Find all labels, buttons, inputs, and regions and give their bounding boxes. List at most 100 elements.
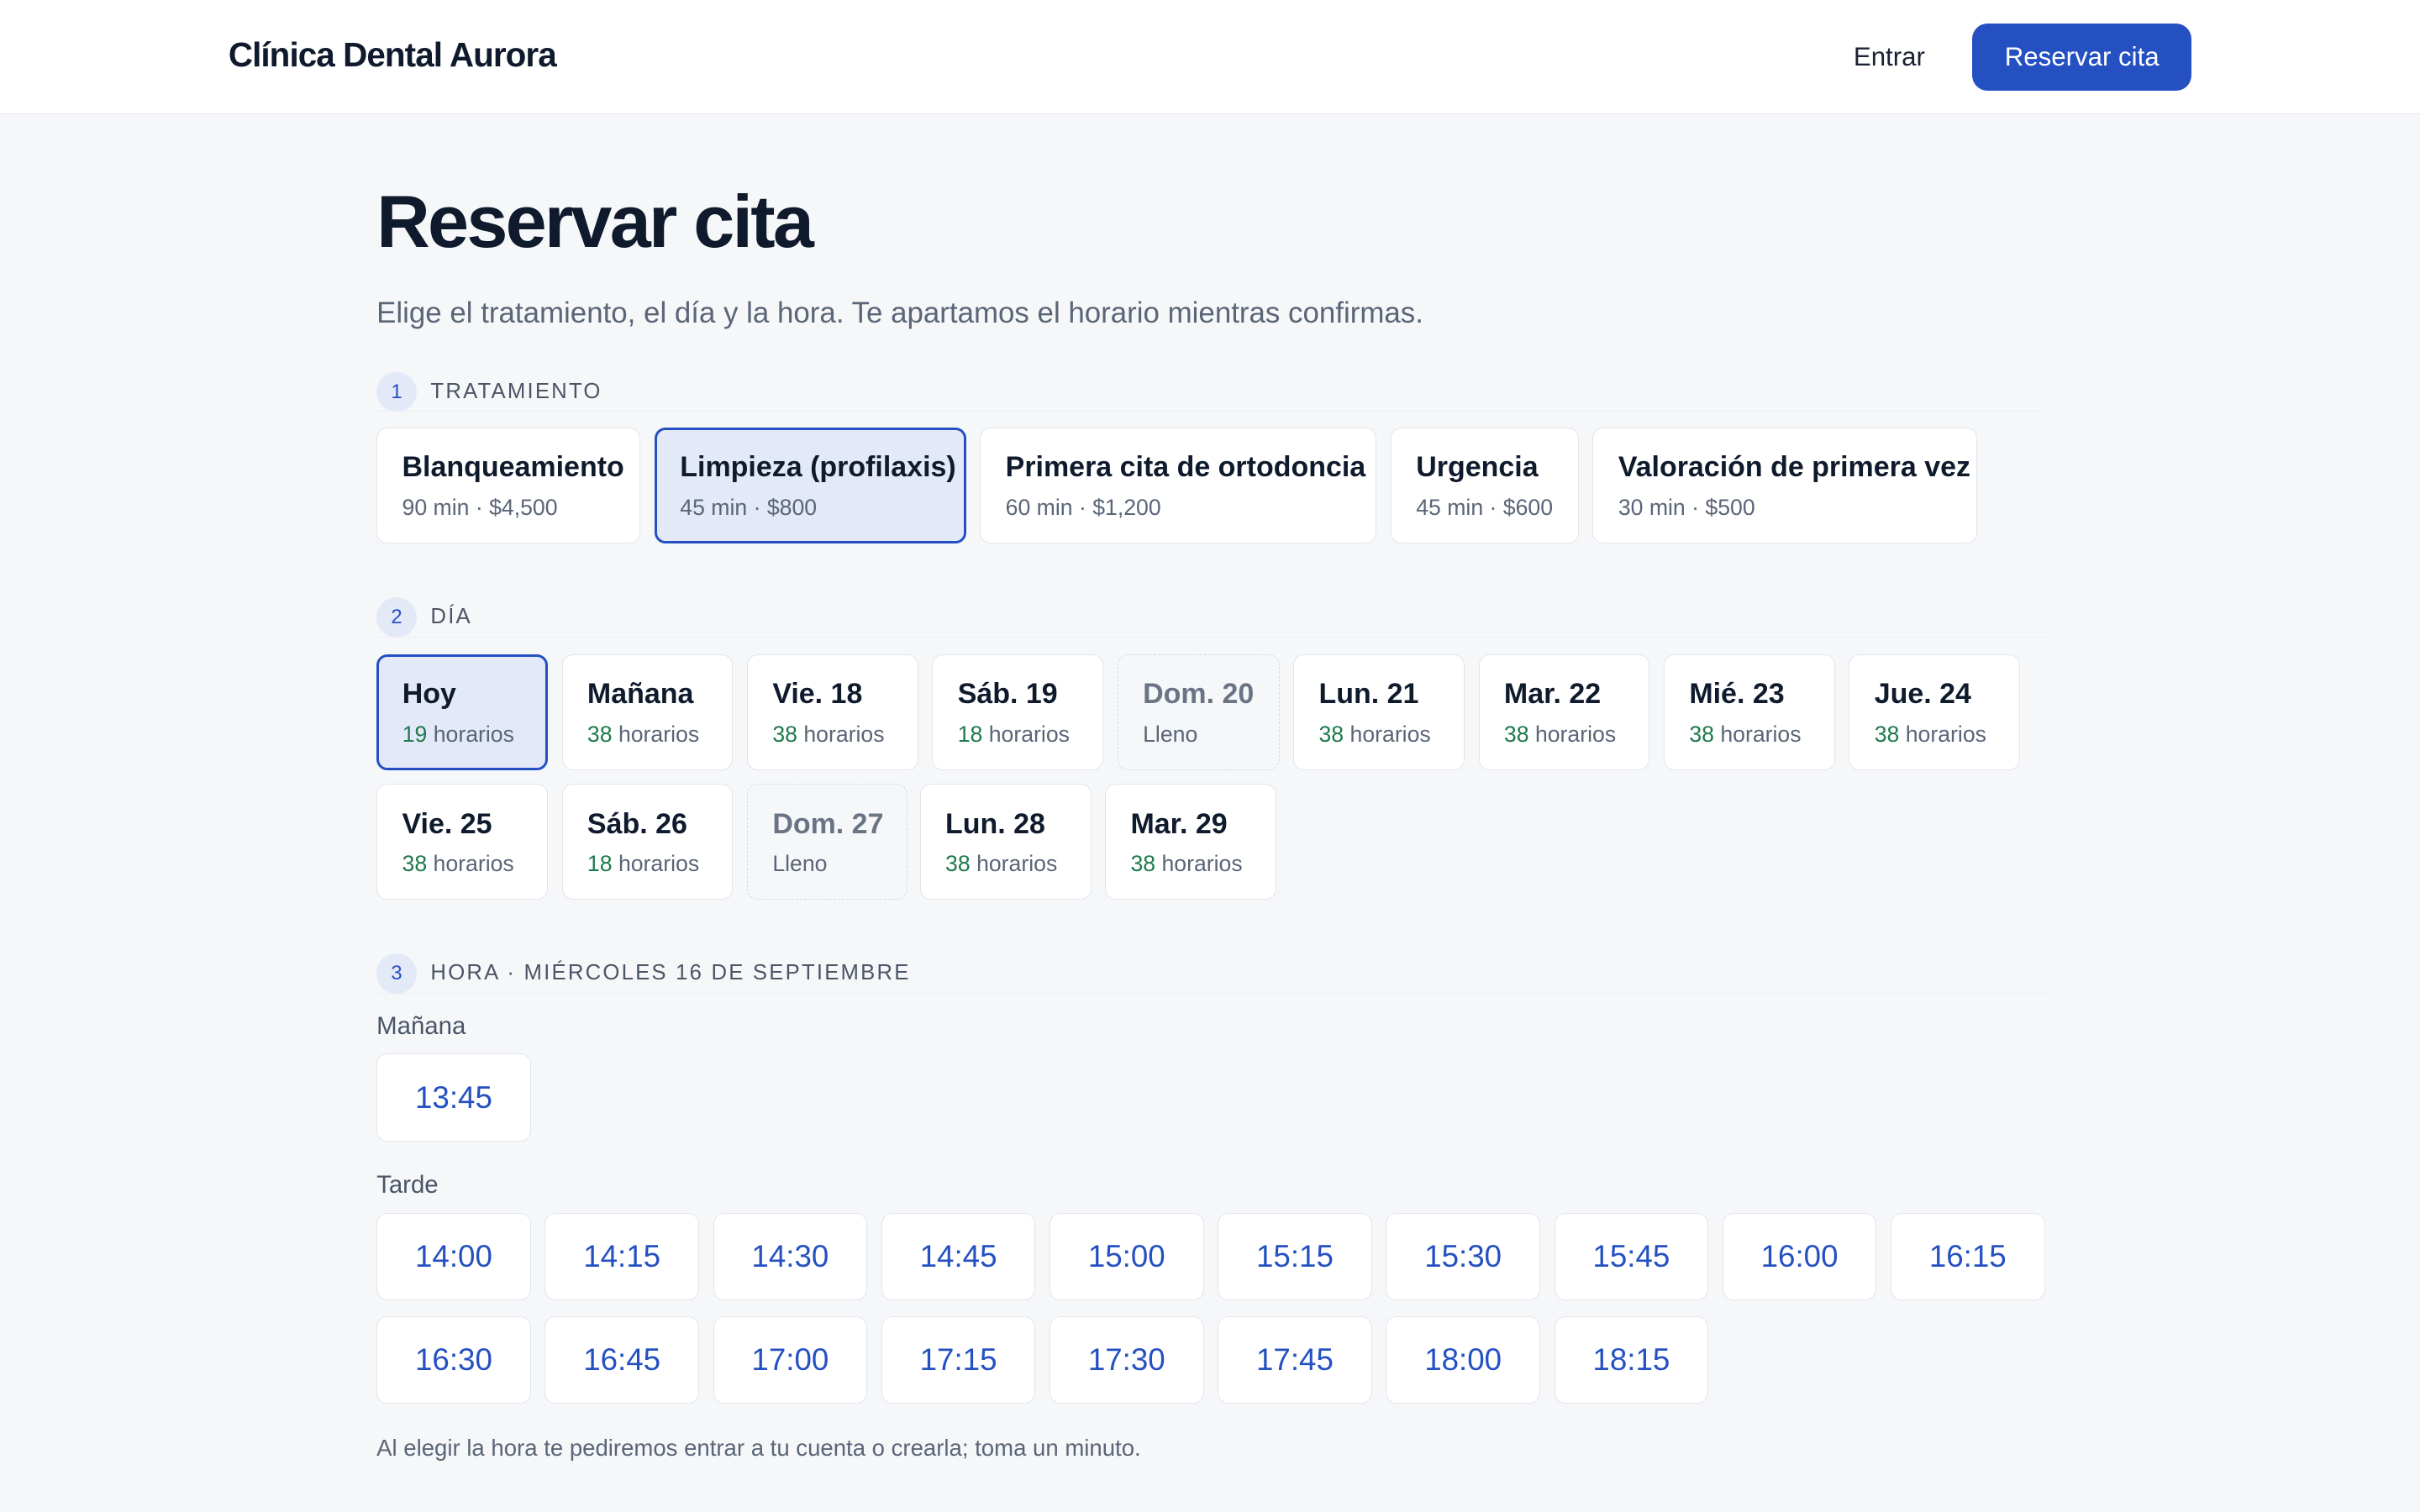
treatment-meta: 60 min · $1,200 xyxy=(1005,494,1161,520)
section-label: TRATAMIENTO xyxy=(430,379,602,403)
day-option[interactable]: Mar. 29 38 horarios xyxy=(1105,784,1276,900)
treatment-name: Valoración de primera vez xyxy=(1618,451,1970,484)
day-option[interactable]: Mar. 22 38 horarios xyxy=(1478,654,1650,770)
day-availability: 38 horarios xyxy=(772,722,884,748)
day-availability: 38 horarios xyxy=(1689,722,1801,748)
slot-count: 38 xyxy=(1503,721,1529,747)
day-availability: 18 horarios xyxy=(587,851,699,877)
time-slot-button[interactable]: 14:30 xyxy=(713,1212,868,1301)
book-appointment-button[interactable]: Reservar cita xyxy=(1972,23,2192,92)
time-slot-button[interactable]: 17:15 xyxy=(881,1315,1036,1404)
morning-label: Mañana xyxy=(376,1011,466,1040)
day-option[interactable]: Mié. 23 38 horarios xyxy=(1663,654,1835,770)
time-slot-button[interactable]: 13:45 xyxy=(376,1053,531,1142)
slot-count: 18 xyxy=(587,851,613,876)
time-slot-button[interactable]: 15:15 xyxy=(1218,1212,1372,1301)
section-label: DÍA xyxy=(430,604,472,628)
treatment-name: Primera cita de ortodoncia xyxy=(1005,451,1366,484)
time-slot-button[interactable]: 16:00 xyxy=(1722,1212,1877,1301)
treatment-option[interactable]: Valoración de primera vez 30 min · $500 xyxy=(1592,427,1977,543)
treatment-name: Urgencia xyxy=(1416,451,1539,484)
day-option[interactable]: Vie. 18 38 horarios xyxy=(746,654,918,770)
treatment-meta: 45 min · $600 xyxy=(1416,494,1554,520)
time-slot-button[interactable]: 18:15 xyxy=(1554,1315,1709,1404)
day-availability: 38 horarios xyxy=(1504,722,1616,748)
time-slot-button[interactable]: 15:30 xyxy=(1386,1212,1540,1301)
treatment-option[interactable]: Primera cita de ortodoncia 60 min · $1,20… xyxy=(980,427,1377,543)
brand-logo[interactable]: Clínica Dental Aurora xyxy=(229,35,557,75)
day-name: Vie. 18 xyxy=(772,678,863,711)
day-option[interactable]: Jue. 24 38 horarios xyxy=(1849,654,2021,770)
afternoon-label: Tarde xyxy=(376,1171,439,1200)
day-name: Lun. 21 xyxy=(1318,678,1419,711)
time-slot-button[interactable]: 16:45 xyxy=(544,1315,699,1404)
slot-unit: horarios xyxy=(1905,721,1986,747)
booking-main: Reservar cita Elige el tratamiento, el d… xyxy=(376,170,2047,1461)
time-slot-button[interactable]: 17:30 xyxy=(1049,1315,1204,1404)
day-availability: Lleno xyxy=(1143,721,1198,747)
slot-count: 38 xyxy=(945,851,971,876)
slot-unit: horarios xyxy=(1349,721,1431,747)
page-title: Reservar cita xyxy=(376,180,814,264)
time-slot-button[interactable]: 17:45 xyxy=(1218,1315,1372,1404)
time-slot-button[interactable]: 16:30 xyxy=(376,1315,531,1404)
step-number-badge: 1 xyxy=(376,371,417,412)
section-label: HORA · MIÉRCOLES 16 DE SEPTIEMBRE xyxy=(430,961,911,985)
day-name: Mar. 22 xyxy=(1503,678,1602,711)
day-name: Mar. 29 xyxy=(1130,807,1228,840)
day-availability: 38 horarios xyxy=(945,851,1057,877)
slot-count: 19 xyxy=(402,721,428,747)
treatment-option[interactable]: Blanqueamiento 90 min · $4,500 xyxy=(376,427,641,543)
treatment-option[interactable]: Urgencia 45 min · $600 xyxy=(1390,427,1579,543)
day-option[interactable]: Lun. 21 38 horarios xyxy=(1293,654,1465,770)
day-availability: 38 horarios xyxy=(402,851,514,877)
step-number-badge: 3 xyxy=(376,953,417,994)
treatment-name: Limpieza (profilaxis) xyxy=(680,451,956,484)
day-availability: 18 horarios xyxy=(958,722,1070,748)
slot-count: 38 xyxy=(587,721,613,747)
day-name: Sáb. 19 xyxy=(957,678,1058,711)
time-slot-button[interactable]: 14:45 xyxy=(881,1212,1036,1301)
day-option: Dom. 20 Lleno xyxy=(1117,654,1280,770)
time-slot-button[interactable]: 16:15 xyxy=(1890,1212,2045,1301)
treatment-meta: 45 min · $800 xyxy=(680,494,818,520)
day-name: Lun. 28 xyxy=(945,807,1045,840)
treatment-name: Blanqueamiento xyxy=(402,451,624,484)
time-slot-button[interactable]: 18:00 xyxy=(1386,1315,1540,1404)
day-option[interactable]: Hoy 19 horarios xyxy=(376,654,548,770)
time-slot-button[interactable]: 14:00 xyxy=(376,1212,531,1301)
day-option[interactable]: Mañana 38 horarios xyxy=(561,654,734,770)
slot-unit: horarios xyxy=(1161,851,1243,876)
login-link[interactable]: Entrar xyxy=(1854,42,1925,72)
time-slot-button[interactable]: 15:45 xyxy=(1554,1212,1709,1301)
day-name: Dom. 20 xyxy=(1143,678,1255,711)
treatment-section-header: 1 TRATAMIENTO xyxy=(376,371,2047,412)
slot-unit: horarios xyxy=(988,721,1070,747)
top-bar: Clínica Dental Aurora Entrar Reservar ci… xyxy=(0,0,2420,114)
day-name: Hoy xyxy=(402,678,456,711)
slot-unit: horarios xyxy=(618,851,700,876)
day-name: Mañana xyxy=(587,678,694,711)
day-availability: Lleno xyxy=(772,851,828,876)
page-subtitle: Elige el tratamiento, el día y la hora. … xyxy=(376,296,1423,329)
slot-unit: horarios xyxy=(1720,721,1802,747)
slot-count: 38 xyxy=(1318,721,1344,747)
day-availability: 38 horarios xyxy=(1130,851,1242,877)
slot-count: 38 xyxy=(1874,721,1900,747)
day-section-header: 2 DÍA xyxy=(376,596,2047,638)
time-slot-button[interactable]: 15:00 xyxy=(1049,1212,1204,1301)
slot-count: 18 xyxy=(957,721,983,747)
slot-unit: horarios xyxy=(433,721,514,747)
treatment-option[interactable]: Limpieza (profilaxis) 45 min · $800 xyxy=(654,427,966,543)
time-slot-button[interactable]: 14:15 xyxy=(544,1212,699,1301)
day-option[interactable]: Lun. 28 38 horarios xyxy=(919,784,1092,900)
day-name: Jue. 24 xyxy=(1874,678,1971,711)
day-availability: 38 horarios xyxy=(1875,722,1986,748)
day-name: Sáb. 26 xyxy=(587,807,687,840)
day-option[interactable]: Sáb. 19 18 horarios xyxy=(932,654,1104,770)
time-slot-button[interactable]: 17:00 xyxy=(713,1315,868,1404)
treatment-meta: 90 min · $4,500 xyxy=(402,494,558,520)
day-name: Dom. 27 xyxy=(772,807,884,840)
day-option[interactable]: Vie. 25 38 horarios xyxy=(376,784,548,900)
day-option[interactable]: Sáb. 26 18 horarios xyxy=(561,784,734,900)
